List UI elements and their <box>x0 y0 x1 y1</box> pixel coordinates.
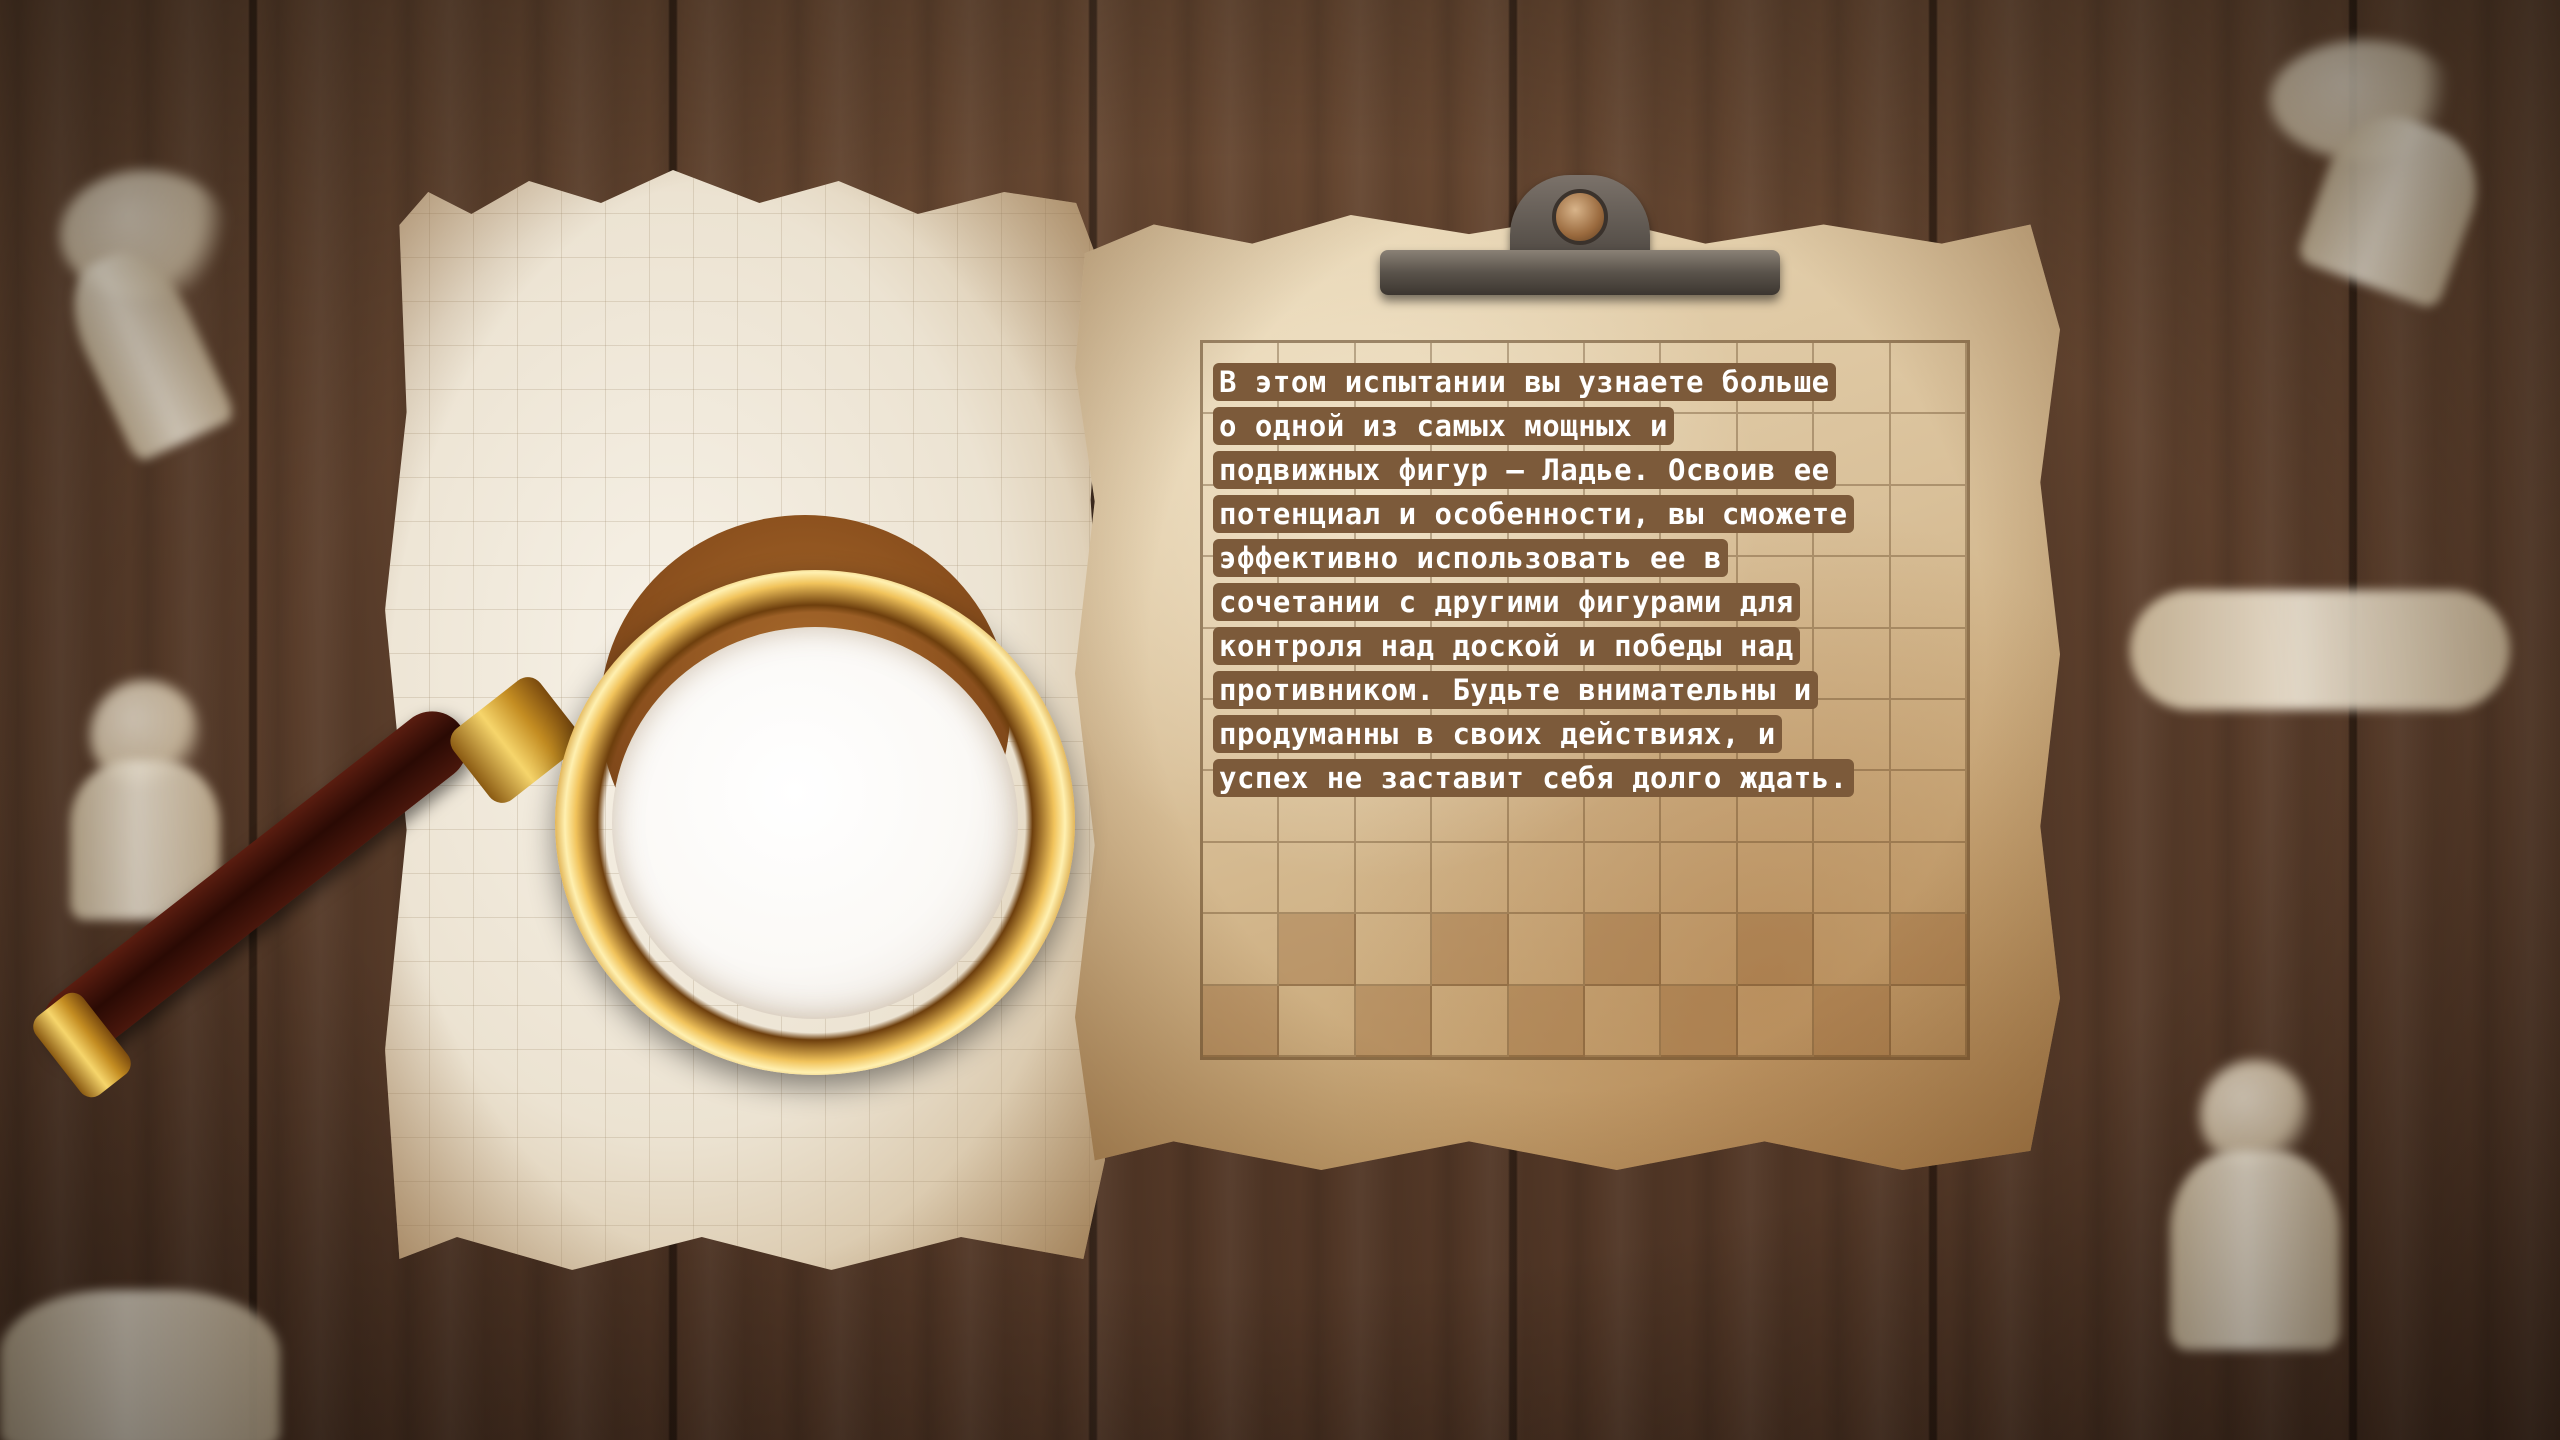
board-cell <box>1890 914 1967 986</box>
board-cell <box>1814 914 1891 986</box>
chess-piece-blur-bottom-left <box>0 1290 280 1440</box>
description-line-2: о одной из самых мощных и <box>1213 404 1973 448</box>
clip-emblem-icon <box>1552 189 1608 245</box>
description-line-5: эффективно использовать ее в <box>1213 536 1973 580</box>
description-line-10: успех не заставит себя долго ждать. <box>1213 756 1973 800</box>
board-cell <box>1890 985 1967 1057</box>
description-line-8: противником. Будьте внимательны и <box>1213 668 1973 712</box>
description-line-6: сочетании с другими фигурами для <box>1213 580 1973 624</box>
board-cell <box>1814 985 1891 1057</box>
chess-piece-blur-right-lying <box>2130 590 2510 710</box>
board-cell <box>1432 985 1509 1057</box>
board-cell <box>1508 985 1585 1057</box>
board-cell <box>1585 914 1662 986</box>
board-cell <box>1203 914 1280 986</box>
board-cell <box>1737 842 1815 915</box>
magnifier-lens[interactable] <box>612 627 1018 1019</box>
board-cell <box>1661 914 1738 986</box>
challenge-description: В этом испытании вы узнаете больше о одн… <box>1213 360 1973 800</box>
board-cell <box>1508 914 1585 986</box>
description-line-3: подвижных фигур – Ладье. Освоив ее <box>1213 448 1973 492</box>
magnifying-glass-icon[interactable] <box>27 250 1090 1103</box>
board-cell <box>1355 985 1433 1057</box>
description-line-4: потенциал и особенности, вы сможете <box>1213 492 1973 536</box>
clip-bar <box>1380 250 1780 295</box>
board-cell <box>1203 985 1280 1057</box>
board-cell <box>1432 842 1509 915</box>
board-cell <box>1355 914 1433 986</box>
board-cell <box>1279 985 1356 1057</box>
board-cell <box>1279 914 1356 986</box>
board-cell <box>1585 985 1662 1057</box>
board-cell <box>1814 842 1891 915</box>
board-cell <box>1890 842 1967 915</box>
board-cell <box>1661 842 1738 915</box>
board-cell <box>1432 914 1509 986</box>
board-cell <box>1737 985 1815 1057</box>
description-line-7: контроля над доской и победы над <box>1213 624 1973 668</box>
board-cell <box>1355 842 1433 915</box>
board-cell <box>1661 985 1738 1057</box>
board-cell <box>1508 842 1585 915</box>
description-line-1: В этом испытании вы узнаете больше <box>1213 360 1973 404</box>
clipboard-clip-icon <box>1380 175 1780 305</box>
board-cell <box>1585 842 1662 915</box>
board-cell <box>1279 842 1356 915</box>
board-cell <box>1203 842 1280 915</box>
board-cell <box>1737 914 1815 986</box>
game-scene: В этом испытании вы узнаете больше о одн… <box>0 0 2560 1440</box>
description-line-9: продуманны в своих действиях, и <box>1213 712 1973 756</box>
chess-pawn-blur-bottom-right-body <box>2170 1150 2340 1350</box>
